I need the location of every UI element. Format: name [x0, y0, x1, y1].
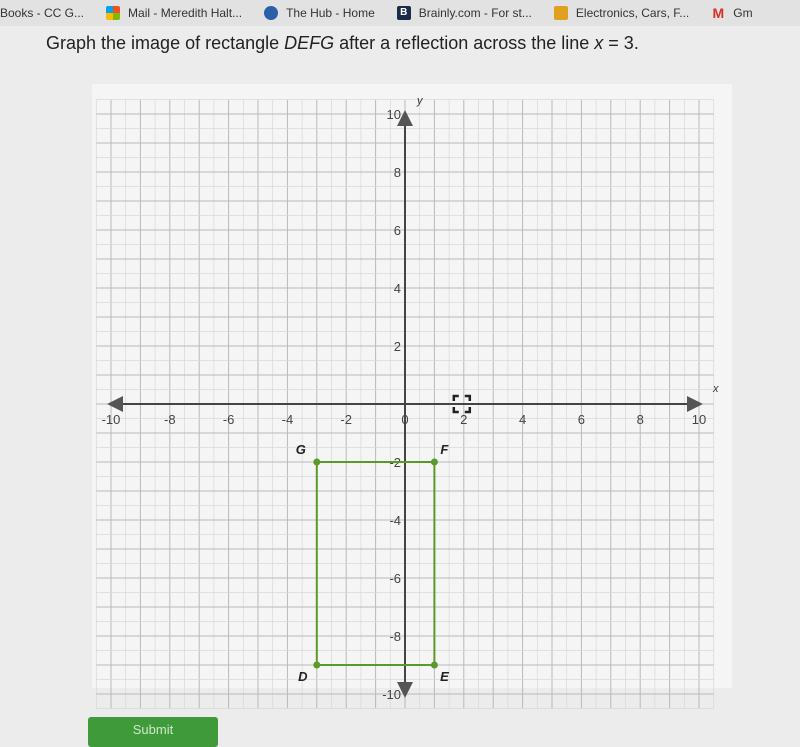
- x-axis-label: x: [712, 383, 719, 395]
- y-tick-label: 2: [394, 339, 401, 354]
- vertex-point-e[interactable]: [430, 661, 438, 669]
- x-tick-label: 2: [460, 412, 467, 427]
- y-tick-label: 6: [394, 223, 401, 238]
- graph-background: [92, 84, 732, 688]
- y-tick-label: 8: [394, 165, 401, 180]
- x-tick-label: 10: [692, 412, 706, 427]
- y-tick-label: -6: [389, 571, 401, 586]
- x-tick-label: 8: [637, 412, 644, 427]
- x-tick-label: 0: [401, 412, 408, 427]
- x-tick-label: -2: [340, 412, 352, 427]
- vertex-label-f: F: [440, 442, 449, 457]
- vertex-point-d[interactable]: [313, 661, 321, 669]
- vertex-point-g[interactable]: [313, 458, 321, 466]
- submit-button[interactable]: Submit: [88, 717, 218, 747]
- vertex-point-f[interactable]: [430, 458, 438, 466]
- vertex-label-e: E: [440, 669, 449, 684]
- y-tick-label: -8: [389, 629, 401, 644]
- y-tick-label: 4: [394, 281, 401, 296]
- vertex-label-d: D: [298, 669, 308, 684]
- x-tick-label: -4: [282, 412, 294, 427]
- x-tick-label: 6: [578, 412, 585, 427]
- x-tick-label: -6: [223, 412, 235, 427]
- y-tick-label: -4: [389, 513, 401, 528]
- x-tick-label: -8: [164, 412, 176, 427]
- y-tick-label: -10: [382, 687, 401, 702]
- x-tick-label: -10: [102, 412, 121, 427]
- vertex-label-g: G: [296, 442, 306, 457]
- x-tick-label: 4: [519, 412, 526, 427]
- coordinate-graph[interactable]: xy -10 -8 -6 -4 -2 0 2 4 6 8 10-10-8-6-4-2246810 D…: [0, 0, 800, 734]
- y-tick-label: 10: [387, 107, 401, 122]
